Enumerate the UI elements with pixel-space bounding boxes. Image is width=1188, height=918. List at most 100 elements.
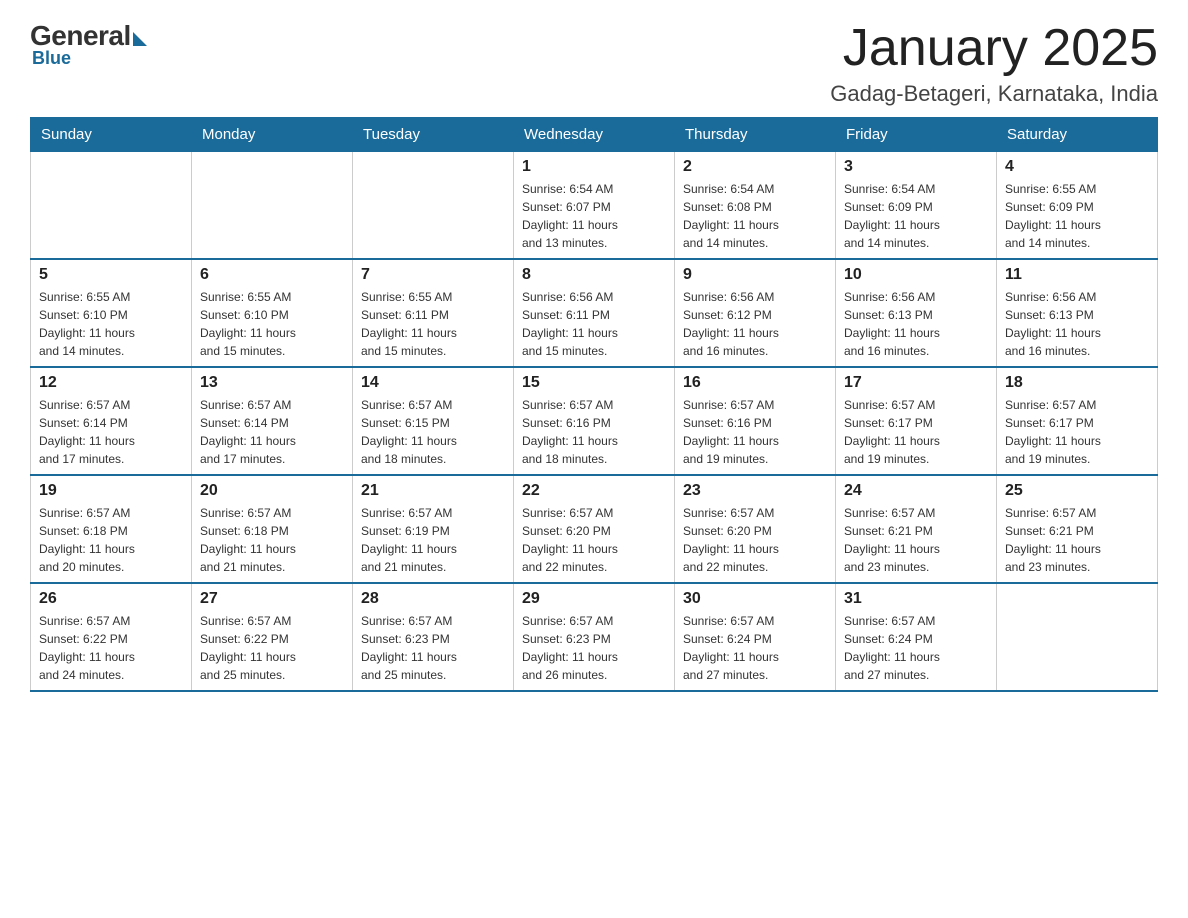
day-info: Sunrise: 6:55 AM Sunset: 6:09 PM Dayligh… [1005,180,1149,252]
day-info: Sunrise: 6:57 AM Sunset: 6:14 PM Dayligh… [200,396,344,468]
calendar-cell: 9Sunrise: 6:56 AM Sunset: 6:12 PM Daylig… [675,259,836,367]
day-number: 4 [1005,158,1149,176]
day-number: 18 [1005,374,1149,392]
calendar-cell [31,152,192,260]
calendar-cell: 28 Sunrise: 6:57 AM Sunset: 6:23 PM Dayli… [353,583,514,691]
day-info: Sunrise: 6:57 AM Sunset: 6:20 PM Dayligh… [522,504,666,576]
day-info: Sunrise: 6:54 AM Sunset: 6:09 PM Dayligh… [844,180,988,252]
calendar-cell [353,152,514,260]
title-area: January 2025 Gadag-Betageri, Karnataka, … [830,20,1158,107]
calendar-cell: 7 Sunrise: 6:55 AM Sunset: 6:11 PM Daylig… [353,259,514,367]
calendar-cell: 14Sunrise: 6:57 AM Sunset: 6:15 PM Dayli… [353,367,514,475]
calendar-cell: 11Sunrise: 6:56 AM Sunset: 6:13 PM Dayli… [997,259,1158,367]
calendar-cell: 15 Sunrise: 6:57 AM Sunset: 6:16 PM Dayli… [514,367,675,475]
day-info: Sunrise: 6:57 AM Sunset: 6:22 PM Dayligh… [200,612,344,684]
calendar-cell: 22 Sunrise: 6:57 AM Sunset: 6:20 PM Dayli… [514,475,675,583]
calendar-cell: 27 Sunrise: 6:57 AM Sunset: 6:22 PM Dayli… [192,583,353,691]
calendar-header-monday: Monday [192,118,353,152]
day-info: Sunrise: 6:57 AM Sunset: 6:24 PM Dayligh… [844,612,988,684]
calendar-cell: 3 Sunrise: 6:54 AM Sunset: 6:09 PM Daylig… [836,152,997,260]
day-info: Sunrise: 6:57 AM Sunset: 6:16 PM Dayligh… [683,396,827,468]
day-number: 1 [522,158,666,176]
day-number: 16 [683,374,827,392]
day-number: 27 [200,590,344,608]
day-info: Sunrise: 6:57 AM Sunset: 6:15 PM Dayligh… [361,396,505,468]
day-info: Sunrise: 6:55 AM Sunset: 6:11 PM Dayligh… [361,288,505,360]
day-info: Sunrise: 6:54 AM Sunset: 6:07 PM Dayligh… [522,180,666,252]
calendar-cell: 10 Sunrise: 6:56 AM Sunset: 6:13 PM Dayli… [836,259,997,367]
calendar-week-row: 5 Sunrise: 6:55 AM Sunset: 6:10 PM Daylig… [31,259,1158,367]
calendar-cell: 30Sunrise: 6:57 AM Sunset: 6:24 PM Dayli… [675,583,836,691]
day-info: Sunrise: 6:57 AM Sunset: 6:23 PM Dayligh… [361,612,505,684]
day-info: Sunrise: 6:57 AM Sunset: 6:21 PM Dayligh… [844,504,988,576]
calendar-cell: 21Sunrise: 6:57 AM Sunset: 6:19 PM Dayli… [353,475,514,583]
calendar-cell: 19 Sunrise: 6:57 AM Sunset: 6:18 PM Dayli… [31,475,192,583]
calendar-cell: 20 Sunrise: 6:57 AM Sunset: 6:18 PM Dayli… [192,475,353,583]
calendar-table: SundayMondayTuesdayWednesdayThursdayFrid… [30,117,1158,692]
calendar-header-wednesday: Wednesday [514,118,675,152]
day-number: 8 [522,266,666,284]
calendar-header-saturday: Saturday [997,118,1158,152]
day-number: 3 [844,158,988,176]
logo-blue-text: Blue [32,48,71,69]
calendar-cell: 24 Sunrise: 6:57 AM Sunset: 6:21 PM Dayli… [836,475,997,583]
day-number: 26 [39,590,183,608]
calendar-cell: 17Sunrise: 6:57 AM Sunset: 6:17 PM Dayli… [836,367,997,475]
calendar-cell: 4 Sunrise: 6:55 AM Sunset: 6:09 PM Daylig… [997,152,1158,260]
day-number: 20 [200,482,344,500]
calendar-cell: 12Sunrise: 6:57 AM Sunset: 6:14 PM Dayli… [31,367,192,475]
day-info: Sunrise: 6:57 AM Sunset: 6:24 PM Dayligh… [683,612,827,684]
day-info: Sunrise: 6:57 AM Sunset: 6:18 PM Dayligh… [39,504,183,576]
calendar-header-row: SundayMondayTuesdayWednesdayThursdayFrid… [31,118,1158,152]
page-title: January 2025 [830,20,1158,77]
day-info: Sunrise: 6:57 AM Sunset: 6:17 PM Dayligh… [844,396,988,468]
day-info: Sunrise: 6:57 AM Sunset: 6:21 PM Dayligh… [1005,504,1149,576]
day-number: 13 [200,374,344,392]
day-number: 7 [361,266,505,284]
day-info: Sunrise: 6:57 AM Sunset: 6:18 PM Dayligh… [200,504,344,576]
day-number: 28 [361,590,505,608]
calendar-cell: 5Sunrise: 6:55 AM Sunset: 6:10 PM Daylig… [31,259,192,367]
calendar-cell: 13 Sunrise: 6:57 AM Sunset: 6:14 PM Dayli… [192,367,353,475]
day-number: 15 [522,374,666,392]
day-info: Sunrise: 6:57 AM Sunset: 6:22 PM Dayligh… [39,612,183,684]
day-info: Sunrise: 6:57 AM Sunset: 6:17 PM Dayligh… [1005,396,1149,468]
calendar-cell: 26 Sunrise: 6:57 AM Sunset: 6:22 PM Dayli… [31,583,192,691]
day-info: Sunrise: 6:56 AM Sunset: 6:11 PM Dayligh… [522,288,666,360]
calendar-cell: 16 Sunrise: 6:57 AM Sunset: 6:16 PM Dayli… [675,367,836,475]
calendar-week-row: 19 Sunrise: 6:57 AM Sunset: 6:18 PM Dayli… [31,475,1158,583]
day-info: Sunrise: 6:57 AM Sunset: 6:20 PM Dayligh… [683,504,827,576]
calendar-cell: 31 Sunrise: 6:57 AM Sunset: 6:24 PM Dayli… [836,583,997,691]
day-number: 31 [844,590,988,608]
day-number: 22 [522,482,666,500]
day-info: Sunrise: 6:57 AM Sunset: 6:14 PM Dayligh… [39,396,183,468]
day-number: 5 [39,266,183,284]
header-area: General Blue January 2025 Gadag-Betageri… [30,20,1158,107]
day-number: 19 [39,482,183,500]
calendar-cell: 25 Sunrise: 6:57 AM Sunset: 6:21 PM Dayli… [997,475,1158,583]
calendar-cell [997,583,1158,691]
day-info: Sunrise: 6:55 AM Sunset: 6:10 PM Dayligh… [200,288,344,360]
day-info: Sunrise: 6:56 AM Sunset: 6:13 PM Dayligh… [844,288,988,360]
day-number: 9 [683,266,827,284]
calendar-cell: 18 Sunrise: 6:57 AM Sunset: 6:17 PM Dayli… [997,367,1158,475]
calendar-cell: 2Sunrise: 6:54 AM Sunset: 6:08 PM Daylig… [675,152,836,260]
calendar-week-row: 12Sunrise: 6:57 AM Sunset: 6:14 PM Dayli… [31,367,1158,475]
day-number: 11 [1005,266,1149,284]
day-info: Sunrise: 6:57 AM Sunset: 6:16 PM Dayligh… [522,396,666,468]
day-number: 21 [361,482,505,500]
page-subtitle: Gadag-Betageri, Karnataka, India [830,81,1158,107]
calendar-cell: 1 Sunrise: 6:54 AM Sunset: 6:07 PM Daylig… [514,152,675,260]
calendar-cell [192,152,353,260]
day-number: 2 [683,158,827,176]
calendar-header-sunday: Sunday [31,118,192,152]
calendar-cell: 6 Sunrise: 6:55 AM Sunset: 6:10 PM Daylig… [192,259,353,367]
calendar-week-row: 1 Sunrise: 6:54 AM Sunset: 6:07 PM Daylig… [31,152,1158,260]
calendar-cell: 23Sunrise: 6:57 AM Sunset: 6:20 PM Dayli… [675,475,836,583]
day-number: 10 [844,266,988,284]
day-number: 25 [1005,482,1149,500]
day-info: Sunrise: 6:57 AM Sunset: 6:23 PM Dayligh… [522,612,666,684]
day-number: 24 [844,482,988,500]
day-number: 6 [200,266,344,284]
calendar-cell: 8 Sunrise: 6:56 AM Sunset: 6:11 PM Daylig… [514,259,675,367]
